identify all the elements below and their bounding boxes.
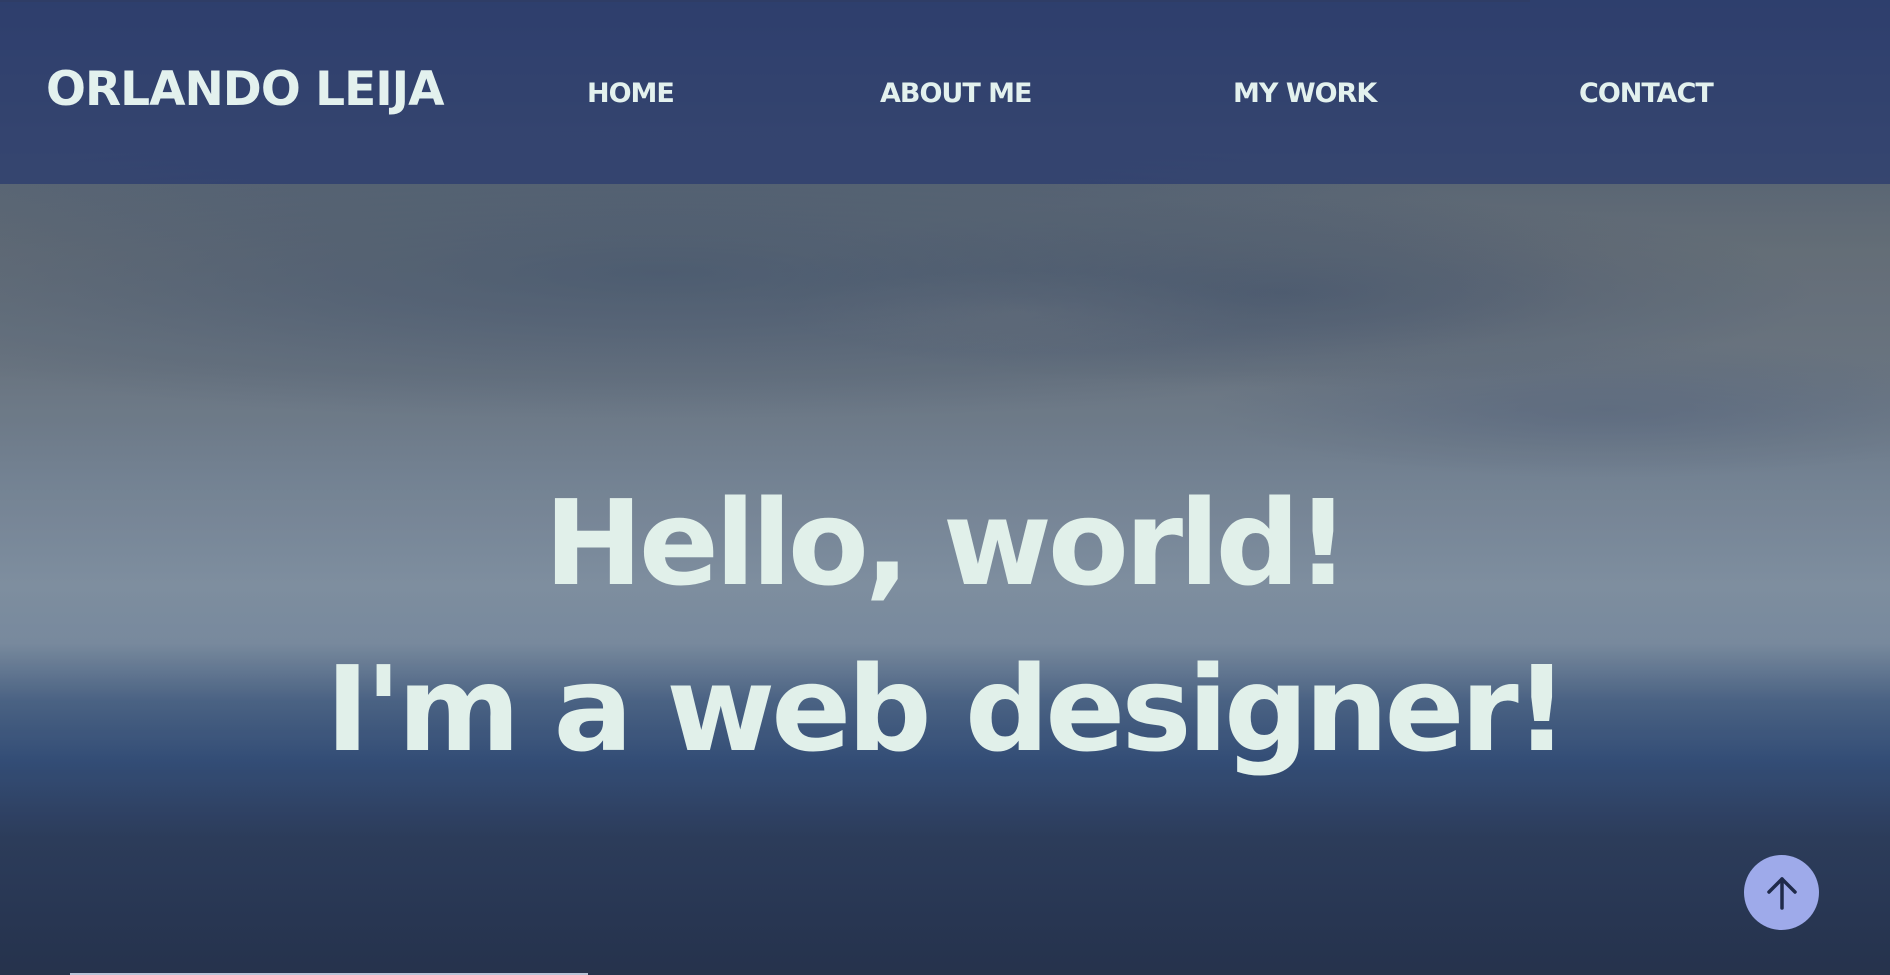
nav-link-home[interactable]: HOME — [587, 78, 675, 109]
scroll-to-top-button[interactable] — [1744, 855, 1819, 930]
hero-section: Hello, world! I'm a web designer! — [0, 460, 1890, 792]
nav-link-about-me[interactable]: ABOUT ME — [880, 78, 1032, 109]
arrow-up-icon — [1766, 876, 1797, 910]
nav-link-contact[interactable]: CONTACT — [1579, 78, 1714, 109]
hero-greeting: Hello, world! — [544, 474, 1350, 612]
nav-link-my-work[interactable]: MY WORK — [1233, 78, 1377, 109]
brand-logo-text[interactable]: ORLANDO LEIJA — [46, 62, 445, 117]
page: ORLANDO LEIJA HOME ABOUT ME MY WORK CONT… — [0, 0, 1890, 975]
hero-tagline: I'm a web designer! — [325, 640, 1568, 778]
navbar: ORLANDO LEIJA HOME ABOUT ME MY WORK CONT… — [0, 0, 1890, 184]
